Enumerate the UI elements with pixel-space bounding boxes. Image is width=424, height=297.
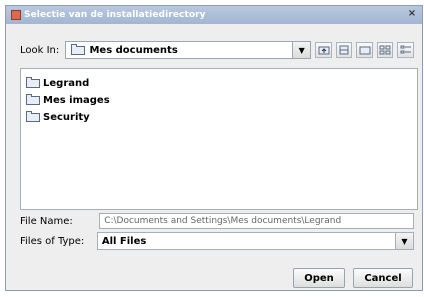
folder-icon — [26, 111, 40, 122]
list-item-label: Security — [43, 112, 90, 123]
home-button[interactable] — [335, 42, 353, 58]
file-type-row: Files of Type: All Files ▼ — [20, 232, 414, 250]
details-view-icon — [400, 45, 411, 54]
look-in-combo[interactable]: Mes documents ▼ — [65, 41, 312, 59]
title-bar[interactable]: Selectie van de installatiedirectory × — [6, 6, 422, 24]
up-one-level-button[interactable] — [315, 42, 332, 58]
details-view-button[interactable] — [397, 42, 414, 58]
open-button[interactable]: Open — [293, 268, 345, 288]
file-type-combo[interactable]: All Files ▼ — [96, 232, 414, 250]
look-in-label: Look In: — [20, 44, 60, 56]
file-type-value: All Files — [101, 235, 147, 247]
new-folder-icon — [359, 46, 371, 55]
file-list[interactable]: Legrand Mes images Security — [20, 68, 418, 210]
chevron-down-icon[interactable]: ▼ — [292, 42, 311, 58]
up-folder-icon — [318, 46, 330, 55]
file-name-field[interactable]: C:\Documents and Settings\Mes documents\… — [99, 213, 414, 229]
list-view-icon — [379, 45, 391, 55]
folder-icon — [26, 94, 40, 105]
file-type-label: Files of Type: — [20, 235, 85, 247]
list-view-button[interactable] — [376, 42, 394, 58]
file-name-row: File Name: C:\Documents and Settings\Mes… — [20, 212, 414, 230]
home-icon — [339, 45, 349, 55]
file-name-label: File Name: — [20, 215, 73, 227]
cancel-button[interactable]: Cancel — [353, 268, 413, 288]
new-folder-button[interactable] — [356, 42, 373, 58]
list-item-label: Legrand — [43, 78, 90, 89]
close-button[interactable]: × — [406, 8, 418, 20]
chevron-down-icon[interactable]: ▼ — [395, 233, 413, 249]
list-item[interactable]: Legrand — [21, 75, 417, 92]
list-item[interactable]: Security — [21, 109, 417, 126]
look-in-value: Mes documents — [89, 44, 178, 56]
look-in-row: Look In: Mes documents ▼ — [20, 40, 414, 60]
folder-icon — [26, 77, 40, 88]
folder-icon — [71, 43, 86, 55]
file-chooser-dialog: Selectie van de installatiedirectory × L… — [5, 5, 423, 291]
list-item-label: Mes images — [43, 95, 110, 106]
java-app-icon — [11, 10, 21, 20]
dialog-title: Selectie van de installatiedirectory — [24, 10, 206, 20]
list-item[interactable]: Mes images — [21, 92, 417, 109]
